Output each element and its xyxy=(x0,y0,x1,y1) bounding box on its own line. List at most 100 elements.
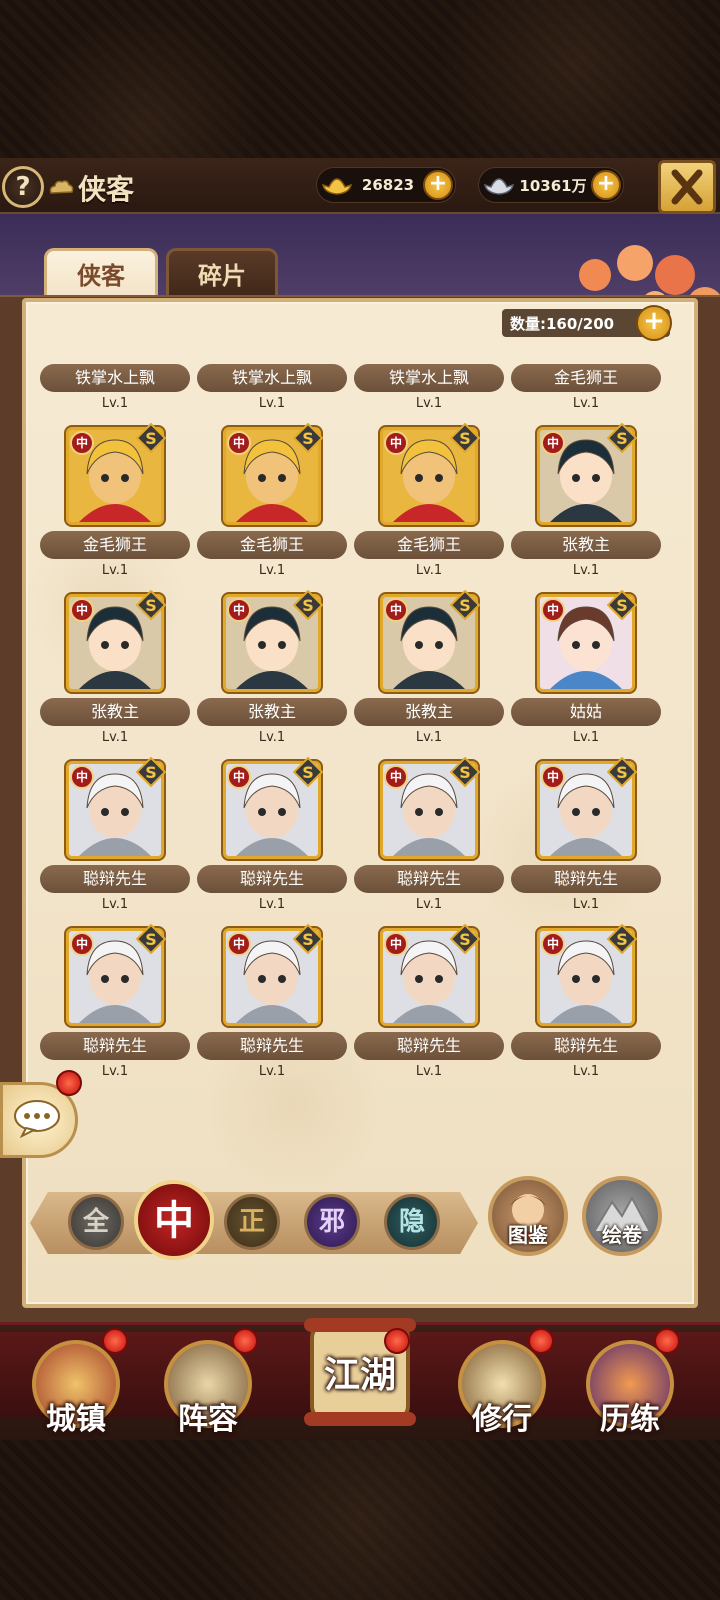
gold-ingot-icon xyxy=(321,178,353,195)
svg-text:S: S xyxy=(145,429,157,448)
hero-card[interactable]: 中 S 姑姑 Lv.1 xyxy=(511,590,661,754)
hero-name: 金毛狮王 xyxy=(354,531,504,559)
hero-card[interactable]: 中S金毛狮王Lv.1 xyxy=(354,423,504,587)
hero-name: 聪辩先生 xyxy=(354,865,504,893)
hero-card[interactable]: 中 S 聪辩先生 Lv.1 xyxy=(511,757,661,921)
grade-s-icon: S xyxy=(607,924,637,954)
painting-scroll-button[interactable]: 绘卷 xyxy=(582,1176,662,1256)
grade-s-icon: S xyxy=(136,924,166,954)
svg-text:S: S xyxy=(145,763,157,782)
nav-jianghu[interactable]: 江湖 xyxy=(298,1310,422,1434)
hero-grid-viewport[interactable]: 中 S 铁掌水上飘 Lv.1 中 S 铁掌水上飘 Lv.1 中 S 铁掌水上飘 Lv.1 中 S 金毛狮王 L… xyxy=(40,362,680,1154)
faction-badge: 中 xyxy=(227,765,251,789)
hero-name: 聪辩先生 xyxy=(354,1032,504,1060)
grade-s-icon: S xyxy=(450,423,480,453)
hero-name: 张教主 xyxy=(197,698,347,726)
grade-s-icon: S xyxy=(293,423,323,453)
faction-badge: 中 xyxy=(384,431,408,455)
filter-yin-button[interactable]: 隐 xyxy=(384,1194,440,1250)
hero-name: 张教主 xyxy=(40,698,190,726)
hero-card[interactable]: 中 S 张教主 Lv.1 xyxy=(197,590,347,754)
add-silver-button[interactable]: + xyxy=(591,170,621,200)
codex-button[interactable]: 图鉴 xyxy=(488,1176,568,1256)
filter-xie-button[interactable]: 邪 xyxy=(304,1194,360,1250)
hero-level: Lv.1 xyxy=(258,897,286,912)
silver-amount: 10361万 xyxy=(519,176,587,195)
silver-currency: 10361万 + xyxy=(478,167,624,203)
hero-level: Lv.1 xyxy=(415,396,443,411)
hero-card[interactable]: 中 S 聪辩先生 Lv.1 xyxy=(197,924,347,1088)
close-button[interactable] xyxy=(658,160,716,214)
top-bar: ? 侠客 26823 + 10361万 + xyxy=(0,158,720,214)
hero-card[interactable]: 中S金毛狮王Lv.1 xyxy=(511,362,661,420)
nav-cultivation-label: 修行 xyxy=(472,1402,532,1437)
hero-name: 铁掌水上飘 xyxy=(354,364,504,392)
hero-name: 金毛狮王 xyxy=(511,364,661,392)
expand-capacity-button[interactable]: + xyxy=(636,305,672,341)
svg-text:S: S xyxy=(145,596,157,615)
hero-card[interactable]: 中 S 聪辩先生 Lv.1 xyxy=(354,924,504,1088)
svg-text:S: S xyxy=(616,596,628,615)
faction-badge: 中 xyxy=(227,598,251,622)
hero-name: 铁掌水上飘 xyxy=(197,364,347,392)
painting-scroll-label: 绘卷 xyxy=(602,1223,642,1247)
svg-text:S: S xyxy=(616,930,628,949)
grade-s-icon: S xyxy=(293,757,323,787)
nav-town-label: 城镇 xyxy=(46,1402,106,1437)
faction-badge: 中 xyxy=(70,431,94,455)
hero-card[interactable]: 中S铁掌水上飘Lv.1 xyxy=(354,362,504,420)
tab-fragments[interactable]: 碎片 xyxy=(166,248,278,300)
hero-card[interactable]: 中S铁掌水上飘Lv.1 xyxy=(197,362,347,420)
hero-card[interactable]: 中 S 张教主 Lv.1 xyxy=(354,590,504,754)
grade-s-icon: S xyxy=(607,757,637,787)
faction-badge: 中 xyxy=(541,765,565,789)
hero-level: Lv.1 xyxy=(258,1064,286,1079)
faction-badge: 中 xyxy=(541,598,565,622)
hero-level: Lv.1 xyxy=(572,563,600,578)
hero-level: Lv.1 xyxy=(572,897,600,912)
grade-s-icon: S xyxy=(450,757,480,787)
svg-text:S: S xyxy=(302,930,314,949)
hero-card[interactable]: 中S铁掌水上飘Lv.1 xyxy=(40,362,190,420)
hero-card[interactable]: 中 S 聪辩先生 Lv.1 xyxy=(40,924,190,1088)
help-button[interactable]: ? xyxy=(2,166,44,208)
svg-text:S: S xyxy=(302,429,314,448)
filter-all-button[interactable]: 全 xyxy=(68,1194,124,1250)
hero-name: 姑姑 xyxy=(511,698,661,726)
hero-card[interactable]: 中 S 聪辩先生 Lv.1 xyxy=(354,757,504,921)
grade-s-icon: S xyxy=(450,590,480,620)
hero-card[interactable]: 中 S 金毛狮王 Lv.1 xyxy=(40,423,190,587)
hero-level: Lv.1 xyxy=(101,563,129,578)
svg-text:S: S xyxy=(616,763,628,782)
hero-level: Lv.1 xyxy=(258,730,286,745)
gold-amount: 26823 xyxy=(361,176,415,194)
nav-jianghu-label: 江湖 xyxy=(323,1354,396,1396)
tab-heroes[interactable]: 侠客 xyxy=(44,248,158,300)
add-gold-button[interactable]: + xyxy=(423,170,453,200)
hero-name: 聪辩先生 xyxy=(511,1032,661,1060)
nav-cultivation-dot xyxy=(528,1328,554,1354)
hero-card[interactable]: 中 S 聪辩先生 Lv.1 xyxy=(511,924,661,1088)
hero-card[interactable]: 中 S 聪辩先生 Lv.1 xyxy=(197,757,347,921)
filter-zheng-button[interactable]: 正 xyxy=(224,1194,280,1250)
page-title: 侠客 xyxy=(78,173,135,206)
hero-name: 聪辩先生 xyxy=(40,865,190,893)
hero-card[interactable]: 中 S 聪辩先生 Lv.1 xyxy=(40,757,190,921)
svg-text:S: S xyxy=(459,930,471,949)
hero-level: Lv.1 xyxy=(258,563,286,578)
silver-ingot-icon xyxy=(483,178,515,195)
grade-s-icon: S xyxy=(293,590,323,620)
hero-card[interactable]: 中 S 张教主 Lv.1 xyxy=(511,423,661,587)
hero-name: 铁掌水上飘 xyxy=(40,364,190,392)
hero-name: 金毛狮王 xyxy=(40,531,190,559)
nav-trial-label: 历练 xyxy=(600,1402,660,1437)
filter-zhong-button[interactable]: 中 xyxy=(134,1180,214,1260)
faction-badge: 中 xyxy=(384,765,408,789)
hero-card[interactable]: 中 S 张教主 Lv.1 xyxy=(40,590,190,754)
title-wrap: 侠客 xyxy=(48,168,134,208)
nav-trial-dot xyxy=(654,1328,680,1354)
nav-jianghu-dot xyxy=(384,1328,410,1354)
hero-card[interactable]: 中S金毛狮王Lv.1 xyxy=(197,423,347,587)
grade-s-icon: S xyxy=(136,423,166,453)
svg-text:S: S xyxy=(616,429,628,448)
